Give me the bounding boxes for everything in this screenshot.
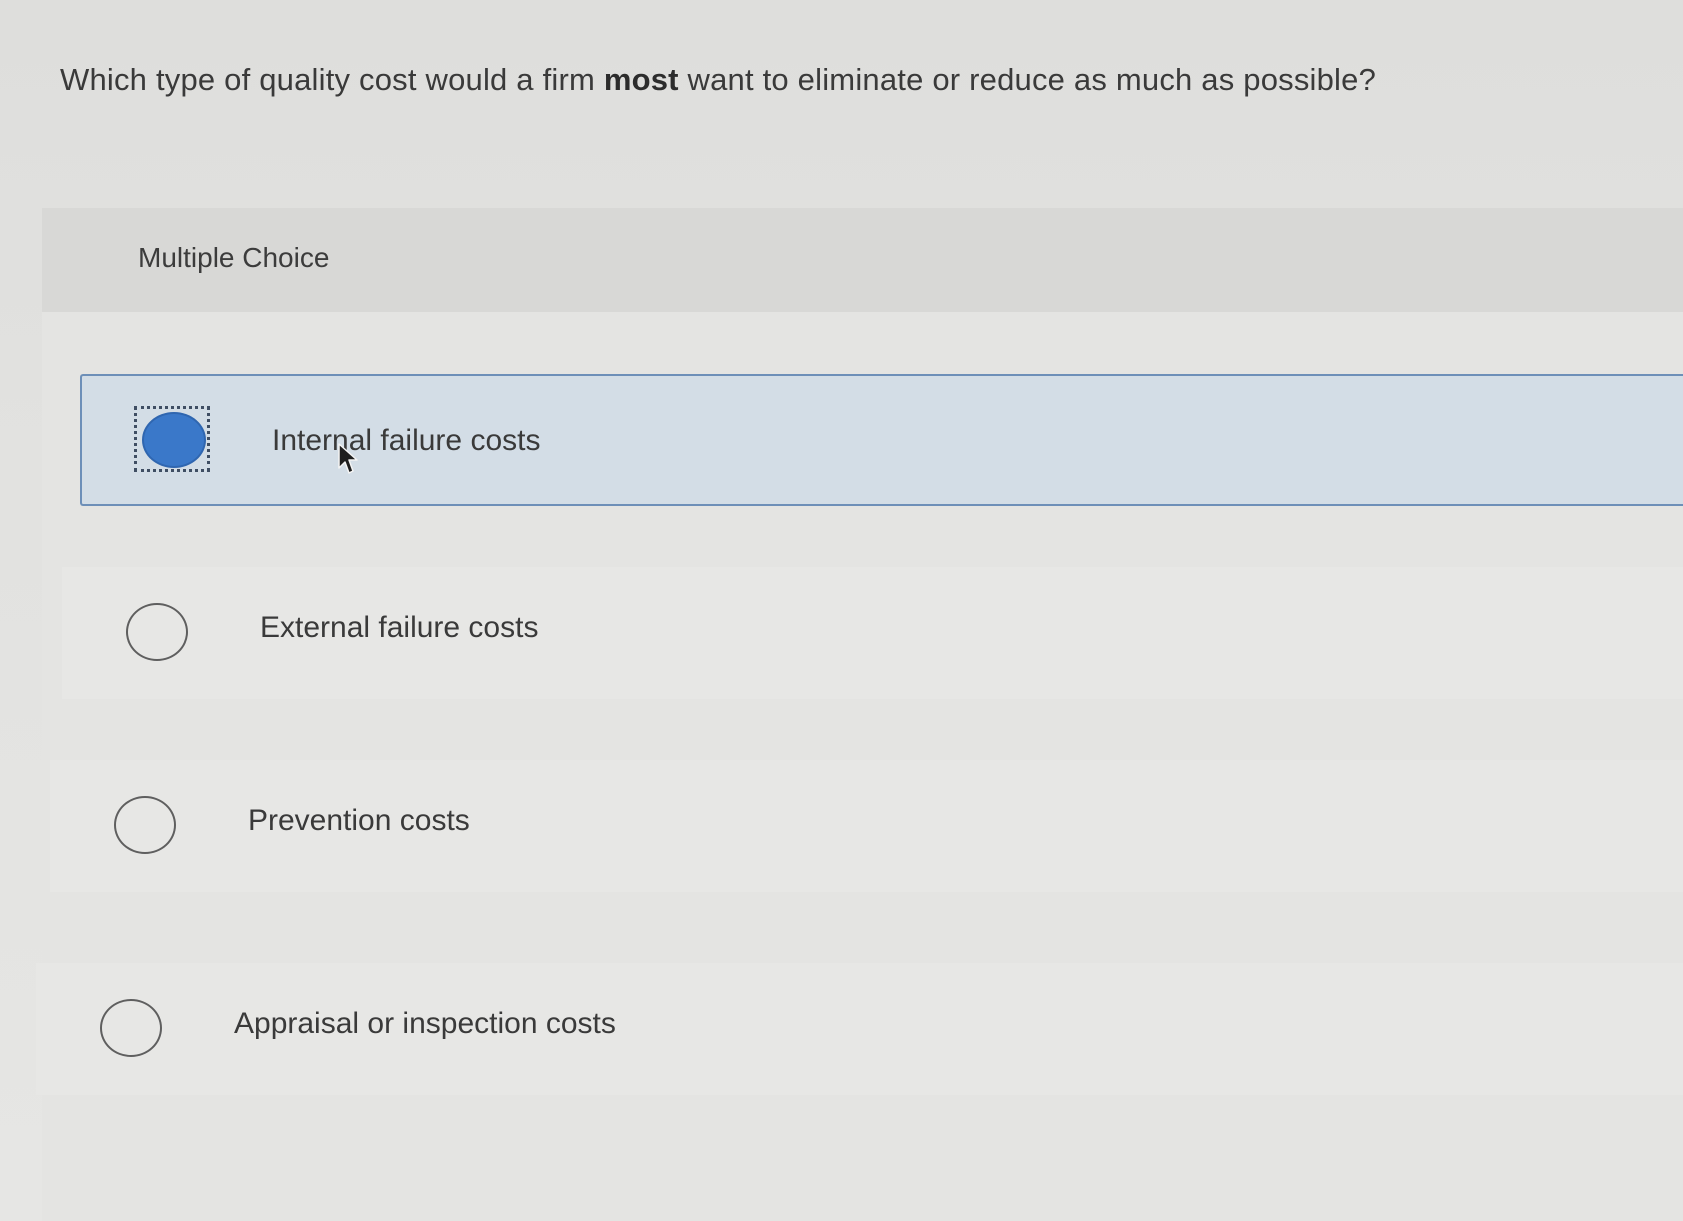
radio-unselected-icon[interactable]: [114, 796, 176, 854]
answer-option-external-failure[interactable]: External failure costs: [62, 567, 1683, 699]
quiz-page: Which type of quality cost would a firm …: [0, 0, 1683, 1221]
question-text-start: Which type of quality cost would a firm: [60, 62, 604, 97]
radio-selected-icon[interactable]: [142, 412, 206, 468]
question-emphasis: most: [603, 62, 679, 97]
answer-option-label: Internal failure costs: [272, 424, 541, 457]
answer-option-prevention[interactable]: Prevention costs: [50, 760, 1683, 892]
radio-unselected-icon[interactable]: [100, 999, 162, 1057]
multiple-choice-header: Multiple Choice: [42, 208, 1683, 312]
answer-option-label: External failure costs: [260, 611, 539, 644]
multiple-choice-label: Multiple Choice: [138, 242, 330, 273]
radio-unselected-icon[interactable]: [126, 603, 188, 661]
question-text-end: want to eliminate or reduce as much as p…: [678, 62, 1377, 97]
answer-option-label: Appraisal or inspection costs: [234, 1007, 616, 1040]
answer-option-internal-failure[interactable]: Internal failure costs: [80, 374, 1683, 506]
answer-option-label: Prevention costs: [248, 804, 470, 837]
answer-option-appraisal[interactable]: Appraisal or inspection costs: [36, 963, 1683, 1095]
question-text: Which type of quality cost would a firm …: [60, 62, 1376, 98]
mouse-pointer-icon: [338, 443, 358, 474]
